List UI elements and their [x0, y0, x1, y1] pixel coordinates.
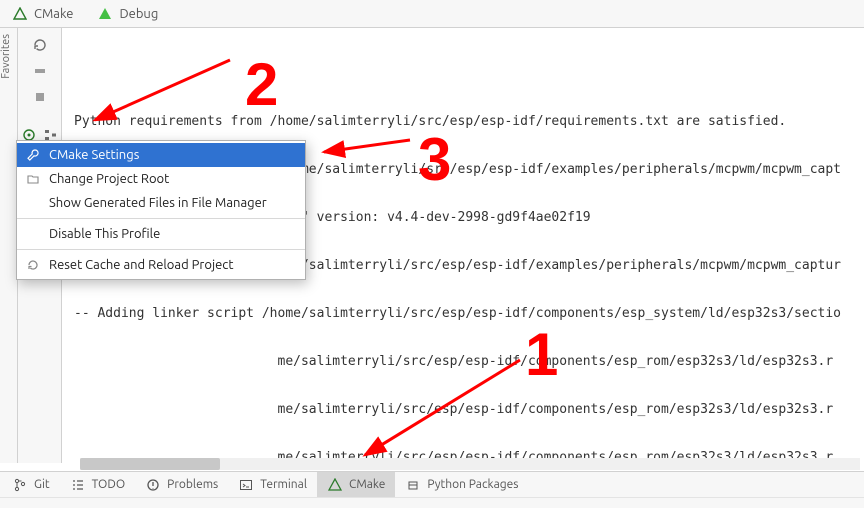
bottom-tab-todo[interactable]: TODO	[60, 472, 136, 497]
menu-change-project-root[interactable]: Change Project Root	[17, 167, 305, 191]
console-line: me/salimterryli/src/esp/esp-idf/componen…	[74, 402, 864, 418]
python-packages-icon	[405, 477, 421, 493]
tab-label: TODO	[92, 478, 126, 491]
problems-icon	[145, 477, 161, 493]
tab-label: Terminal	[260, 478, 307, 491]
terminal-icon	[238, 477, 254, 493]
stop-icon[interactable]	[28, 86, 52, 108]
console-line: Python requirements from /home/salimterr…	[74, 114, 864, 130]
menu-label: Reset Cache and Reload Project	[49, 258, 233, 272]
cmake-icon	[327, 477, 343, 493]
cmake-icon	[12, 6, 28, 22]
console-line: me/salimterryli/src/esp/esp-idf/componen…	[74, 354, 864, 370]
console-line	[74, 66, 864, 82]
scrollbar-thumb[interactable]	[80, 458, 220, 470]
reload-icon	[25, 257, 41, 273]
menu-separator	[17, 218, 305, 219]
menu-label: CMake Settings	[49, 148, 139, 162]
menu-label: Change Project Root	[49, 172, 169, 186]
tab-label: Python Packages	[427, 478, 518, 491]
menu-separator	[17, 249, 305, 250]
tab-label: CMake	[349, 478, 385, 491]
bottom-tab-python-packages[interactable]: Python Packages	[395, 472, 528, 497]
bottom-tab-terminal[interactable]: Terminal	[228, 472, 317, 497]
horizontal-scrollbar[interactable]	[80, 458, 860, 470]
menu-disable-profile[interactable]: Disable This Profile	[17, 222, 305, 246]
bottom-tab-cmake[interactable]: CMake	[317, 472, 395, 497]
status-bar	[0, 497, 864, 508]
tool-window-header: CMake Debug	[0, 0, 864, 28]
menu-label: Show Generated Files in File Manager	[49, 196, 267, 210]
menu-label: Disable This Profile	[49, 227, 160, 241]
todo-icon	[70, 477, 86, 493]
menu-show-generated-files[interactable]: Show Generated Files in File Manager	[17, 191, 305, 215]
folder-root-icon	[25, 171, 41, 187]
cmake-context-menu: CMake Settings Change Project Root Show …	[16, 140, 306, 280]
bottom-tab-problems[interactable]: Problems	[135, 472, 228, 497]
wrench-icon	[25, 147, 41, 163]
bottom-tool-bar: Git TODO Problems Terminal CMake Python …	[0, 471, 864, 497]
blank-icon	[25, 226, 41, 242]
bottom-tab-git[interactable]: Git	[2, 472, 60, 497]
tab-cmake[interactable]: CMake	[8, 0, 77, 27]
tab-label: Git	[34, 478, 50, 491]
build-icon[interactable]	[28, 60, 52, 82]
tab-label: CMake	[34, 7, 73, 21]
menu-cmake-settings[interactable]: CMake Settings	[17, 143, 305, 167]
reload-icon[interactable]	[28, 34, 52, 56]
blank-icon	[25, 195, 41, 211]
tab-debug[interactable]: Debug	[93, 0, 162, 27]
git-branch-icon	[12, 477, 28, 493]
tab-label: Problems	[167, 478, 218, 491]
tab-label: Debug	[119, 7, 158, 21]
favorites-stripe-label[interactable]: Favorites	[0, 28, 12, 85]
console-line: -- Adding linker script /home/salimterry…	[74, 306, 864, 322]
menu-reset-cache-reload[interactable]: Reset Cache and Reload Project	[17, 253, 305, 277]
debug-icon	[97, 6, 113, 22]
